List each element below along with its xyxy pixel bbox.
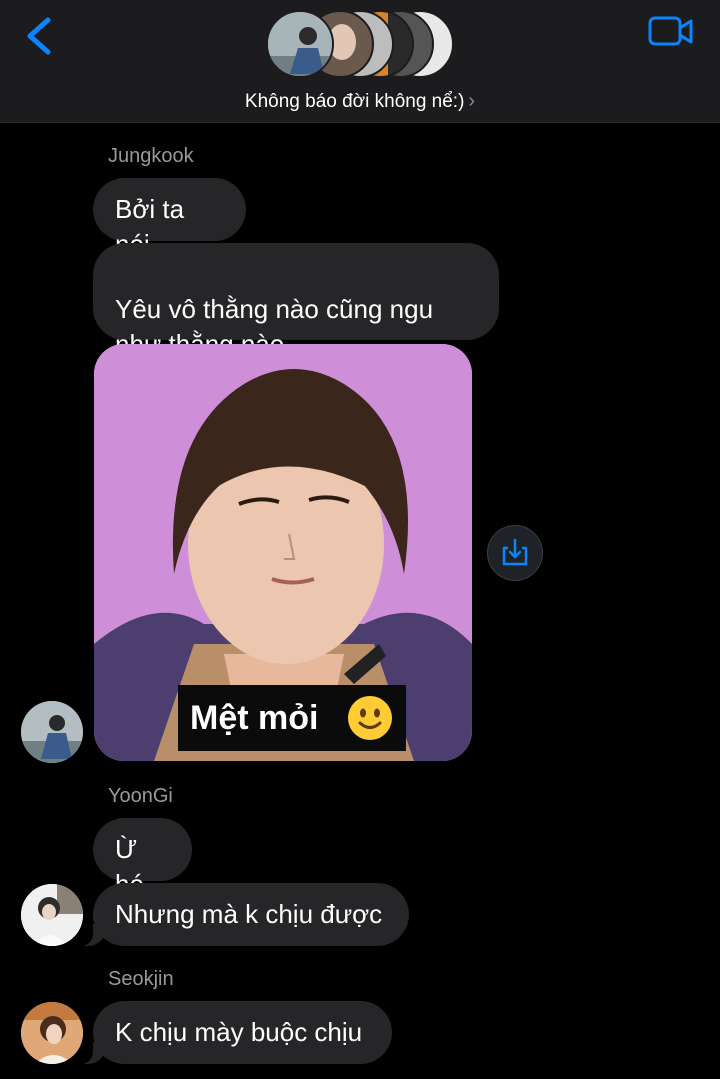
chat-header: Không báo đời không nể:) ›: [0, 0, 720, 123]
message-text: K chịu mày buộc chịu: [115, 1017, 363, 1047]
save-image-button[interactable]: [487, 525, 543, 581]
video-call-button[interactable]: [646, 12, 696, 52]
message-bubble[interactable]: Ừ hé: [93, 818, 192, 899]
video-camera-icon: [648, 16, 693, 46]
slightly-smiling-face-icon: [348, 696, 392, 740]
group-title[interactable]: Không báo đời không nể:) ›: [0, 90, 720, 113]
message-text: Nhưng mà k chịu được: [115, 899, 383, 929]
sender-name: Jungkook: [108, 145, 194, 167]
avatar[interactable]: [21, 701, 83, 763]
group-avatar-stack[interactable]: [266, 10, 456, 82]
message-bubble[interactable]: Nhưng mà k chịu được: [75, 883, 409, 946]
avatar-jungkook: [21, 701, 83, 763]
message-bubble[interactable]: Bởi ta nói: [93, 178, 246, 259]
avatar[interactable]: [21, 884, 83, 946]
avatar-yoongi: [21, 884, 83, 946]
group-title-text: Không báo đời không nể:): [244, 91, 465, 112]
back-button[interactable]: [22, 12, 62, 60]
download-icon: [502, 538, 528, 566]
image-caption-text: Mệt mỏi: [190, 699, 319, 737]
sender-name: YoonGi: [108, 785, 173, 807]
image-caption: Mệt mỏi: [178, 685, 406, 751]
member-avatar: [266, 10, 334, 78]
chevron-right-icon: ›: [468, 90, 476, 112]
chat-screen: Không báo đời không nể:) › Jungkook Bởi t…: [0, 0, 720, 1079]
sender-name: Seokjin: [108, 968, 174, 990]
message-bubble[interactable]: Yêu vô thằng nào cũng ngu như thằng nào: [93, 243, 499, 359]
avatar[interactable]: [21, 1002, 83, 1064]
chevron-left-icon: [27, 17, 51, 55]
avatar-seokjin: [21, 1002, 83, 1064]
message-bubble[interactable]: K chịu mày buộc chịu: [75, 1001, 392, 1064]
